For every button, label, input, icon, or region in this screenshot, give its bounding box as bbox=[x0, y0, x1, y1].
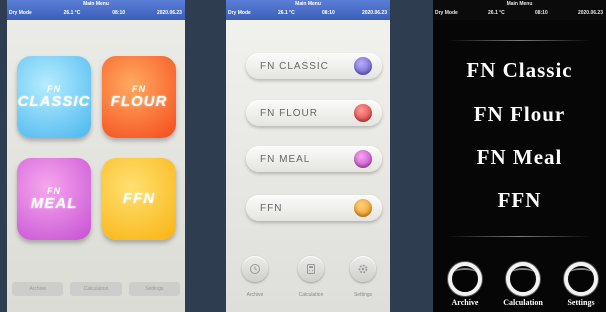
status-temp: 26.1 °C bbox=[63, 10, 81, 16]
calculation-button[interactable]: Calculation bbox=[493, 262, 553, 307]
divider bbox=[447, 40, 592, 41]
calculation-button[interactable]: Calculation bbox=[296, 256, 326, 298]
color-indicator-icon bbox=[354, 199, 372, 217]
status-title: Main Menu bbox=[506, 1, 533, 7]
status-time: 08:10 bbox=[534, 10, 548, 16]
settings-button[interactable]: Settings bbox=[348, 256, 378, 298]
status-date: 2020.06.23 bbox=[156, 10, 182, 16]
status-mode: Dry Mode bbox=[9, 10, 32, 16]
menu-item-fn-flour[interactable]: FN FLOUR bbox=[246, 100, 382, 126]
tile-fn-classic[interactable]: FN CLASSIC bbox=[17, 56, 91, 138]
tile-ffn[interactable]: FFN bbox=[102, 158, 176, 240]
menu-item-ffn[interactable]: FFN bbox=[433, 188, 606, 213]
archive-button[interactable]: Archive bbox=[12, 282, 64, 296]
calculator-icon bbox=[298, 256, 324, 282]
calculation-label: Calculation bbox=[503, 298, 543, 307]
status-temp: 26.1 °C bbox=[488, 10, 505, 16]
bottom-nav: Archive Calculation Settings bbox=[12, 282, 180, 296]
menu-item-label: FFN bbox=[260, 203, 283, 214]
archive-label: Archive bbox=[451, 298, 479, 307]
menu-item-fn-classic[interactable]: FN CLASSIC bbox=[246, 53, 382, 79]
archive-label: Archive bbox=[246, 292, 264, 298]
settings-button[interactable]: Settings bbox=[551, 262, 606, 307]
menu-item-label: FN MEAL bbox=[260, 154, 311, 165]
menu-item-ffn[interactable]: FFN bbox=[246, 195, 382, 221]
menu-item-fn-meal[interactable]: FN Meal bbox=[433, 145, 606, 170]
calculation-label: Calculation bbox=[298, 292, 324, 298]
status-title: Main Menu bbox=[83, 1, 109, 7]
tile-label: FLOUR bbox=[110, 93, 168, 110]
color-indicator-icon bbox=[354, 104, 372, 122]
status-date: 2020.06.23 bbox=[577, 10, 603, 16]
menu-item-fn-meal[interactable]: FN MEAL bbox=[246, 146, 382, 172]
status-date: 2020.06.23 bbox=[361, 10, 387, 16]
status-bar: Main Menu Dry Mode 26.1 °C 08:10 2020.06… bbox=[226, 0, 390, 20]
status-temp: 26.1 °C bbox=[278, 10, 295, 16]
settings-label: Settings bbox=[567, 298, 595, 307]
archive-button[interactable]: Archive bbox=[240, 256, 270, 298]
tile-fn-flour[interactable]: FN FLOUR bbox=[102, 56, 176, 138]
screen-list-menu: Main Menu Dry Mode 26.1 °C 08:10 2020.06… bbox=[226, 0, 390, 312]
gear-icon bbox=[564, 262, 598, 296]
settings-button[interactable]: Settings bbox=[128, 282, 180, 296]
archive-icon bbox=[242, 256, 268, 282]
status-bar: Main Menu Dry Mode 26.1 °C 08:10 2020.06… bbox=[433, 0, 606, 20]
status-mode: Dry Mode bbox=[435, 10, 458, 16]
color-indicator-icon bbox=[354, 150, 372, 168]
menu-item-fn-flour[interactable]: FN Flour bbox=[433, 102, 606, 127]
status-mode: Dry Mode bbox=[228, 10, 251, 16]
status-bar: Main Menu Dry Mode 26.1 °C 08:10 2020.06… bbox=[7, 0, 185, 20]
status-time: 08:10 bbox=[321, 10, 335, 16]
archive-button[interactable]: Archive bbox=[435, 262, 495, 307]
color-indicator-icon bbox=[354, 57, 372, 75]
screen-tile-menu: Main Menu Dry Mode 26.1 °C 08:10 2020.06… bbox=[7, 0, 185, 312]
calculator-icon bbox=[506, 262, 540, 296]
menu-item-fn-classic[interactable]: FN Classic bbox=[433, 58, 606, 83]
screen-dark-menu: Main Menu Dry Mode 26.1 °C 08:10 2020.06… bbox=[433, 0, 606, 312]
calculation-button[interactable]: Calculation bbox=[70, 282, 122, 296]
status-title: Main Menu bbox=[295, 1, 321, 7]
menu-item-label: FN FLOUR bbox=[260, 108, 318, 119]
status-time: 08:10 bbox=[112, 10, 126, 16]
menu-item-label: FN CLASSIC bbox=[260, 61, 329, 72]
tile-label: CLASSIC bbox=[17, 93, 91, 110]
archive-icon bbox=[448, 262, 482, 296]
tile-label: FFN bbox=[122, 190, 156, 207]
divider bbox=[447, 236, 592, 237]
gear-icon bbox=[350, 256, 376, 282]
tile-label: MEAL bbox=[30, 195, 78, 212]
settings-label: Settings bbox=[353, 292, 373, 298]
tile-fn-meal[interactable]: FN MEAL bbox=[17, 158, 91, 240]
